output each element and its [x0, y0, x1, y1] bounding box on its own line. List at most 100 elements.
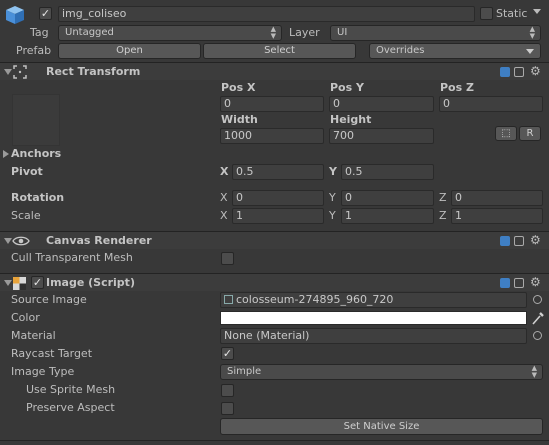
foldout-arrow-icon[interactable] — [4, 280, 12, 286]
cull-mesh-label: Cull Transparent Mesh — [11, 251, 133, 264]
preset-icon[interactable] — [514, 236, 524, 246]
help-icon[interactable] — [500, 278, 510, 288]
preserve-aspect-checkbox[interactable] — [221, 402, 234, 415]
image-component-icon — [13, 277, 26, 290]
scale-label: Scale — [11, 209, 41, 222]
gear-icon[interactable]: ⚙ — [530, 275, 541, 289]
tag-dropdown[interactable]: Untagged ▲ ▼ — [58, 25, 282, 41]
image-type-dropdown[interactable]: Simple ▲ ▼ — [220, 364, 543, 380]
preset-icon[interactable] — [514, 278, 524, 288]
raw-edit-button[interactable]: R — [519, 126, 541, 141]
updown-icon: ▲ ▼ — [529, 25, 535, 40]
tag-value: Untagged — [65, 27, 114, 38]
static-checkbox[interactable] — [480, 7, 493, 20]
rotation-label: Rotation — [11, 191, 65, 204]
height-label: Height — [330, 113, 372, 126]
anchors-foldout-icon[interactable] — [3, 150, 9, 158]
active-checkbox[interactable]: ✓ — [39, 7, 52, 20]
preserve-aspect-label: Preserve Aspect — [26, 401, 115, 414]
eye-icon — [12, 235, 30, 247]
source-image-value: colosseum-274895_960_720 — [236, 293, 394, 306]
layer-label: Layer — [289, 26, 320, 39]
canvas-renderer-title: Canvas Renderer — [46, 234, 152, 247]
posz-field[interactable]: 0 — [439, 96, 543, 112]
pivot-x-label: X — [220, 165, 229, 178]
gear-icon[interactable]: ⚙ — [530, 64, 541, 78]
static-dropdown-icon[interactable] — [533, 9, 541, 14]
pivot-y-field[interactable]: 0.5 — [341, 164, 434, 180]
layer-dropdown[interactable]: UI ▲ ▼ — [330, 25, 541, 41]
color-swatch[interactable] — [220, 311, 527, 325]
use-sprite-mesh-checkbox[interactable] — [221, 384, 234, 397]
gear-icon[interactable]: ⚙ — [530, 233, 541, 247]
material-label: Material — [11, 329, 56, 342]
bottom-divider — [0, 440, 549, 441]
image-enabled-checkbox[interactable]: ✓ — [31, 276, 44, 289]
posx-label: Pos X — [221, 81, 256, 94]
chevron-down-icon — [526, 49, 534, 54]
width-label: Width — [221, 113, 258, 126]
object-picker-icon[interactable] — [533, 295, 542, 304]
scale-z-label: Z — [439, 209, 447, 222]
pivot-x-field[interactable]: 0.5 — [232, 164, 324, 180]
gameobject-icon — [4, 4, 26, 26]
object-picker-icon[interactable] — [533, 331, 542, 340]
scale-z-field[interactable]: 1 — [451, 208, 543, 224]
scale-y-label: Y — [329, 209, 336, 222]
updown-icon: ▲ ▼ — [531, 364, 537, 379]
layer-value: UI — [337, 27, 348, 38]
anchor-preset-widget[interactable] — [12, 94, 60, 146]
posz-label: Pos Z — [440, 81, 474, 94]
help-icon[interactable] — [500, 67, 510, 77]
set-native-size-button[interactable]: Set Native Size — [220, 418, 543, 435]
pivot-y-label: Y — [329, 165, 337, 178]
rot-x-field[interactable]: 0 — [232, 190, 324, 206]
image-script-title: Image (Script) — [46, 276, 135, 289]
rot-x-label: X — [220, 191, 228, 204]
help-icon[interactable] — [500, 236, 510, 246]
prefab-overrides-dropdown[interactable]: Overrides — [369, 43, 541, 59]
overrides-label: Overrides — [376, 45, 425, 56]
eyedropper-icon[interactable] — [531, 310, 545, 326]
pivot-label: Pivot — [11, 165, 43, 178]
foldout-arrow-icon[interactable] — [4, 238, 12, 244]
rect-transform-header[interactable]: Rect Transform ⚙ — [0, 62, 549, 80]
prefab-open-button[interactable]: Open — [58, 43, 201, 59]
raycast-target-label: Raycast Target — [11, 347, 93, 360]
object-name-field[interactable]: img_coliseo — [58, 6, 475, 22]
source-image-field[interactable]: colosseum-274895_960_720 — [220, 292, 527, 308]
rect-transform-icon — [13, 65, 27, 79]
material-field[interactable]: None (Material) — [220, 328, 527, 344]
scale-x-label: X — [220, 209, 228, 222]
prefab-label: Prefab — [16, 44, 52, 57]
raycast-target-checkbox[interactable]: ✓ — [221, 347, 234, 360]
scale-x-field[interactable]: 1 — [232, 208, 324, 224]
rot-z-label: Z — [439, 191, 447, 204]
tag-label: Tag — [30, 26, 49, 39]
use-sprite-mesh-label: Use Sprite Mesh — [26, 383, 116, 396]
rect-transform-title: Rect Transform — [46, 65, 141, 78]
prefab-select-button[interactable]: Select — [203, 43, 356, 59]
blueprint-mode-button[interactable]: ⬚ — [495, 126, 517, 141]
posy-label: Pos Y — [330, 81, 364, 94]
posy-field[interactable]: 0 — [329, 96, 434, 112]
anchors-label[interactable]: Anchors — [11, 147, 61, 160]
image-type-label: Image Type — [11, 365, 75, 378]
rot-z-field[interactable]: 0 — [451, 190, 543, 206]
width-field[interactable]: 1000 — [220, 128, 324, 144]
scale-y-field[interactable]: 1 — [341, 208, 434, 224]
cull-mesh-checkbox[interactable] — [221, 252, 234, 265]
image-script-header[interactable]: ✓ Image (Script) ⚙ — [0, 273, 549, 291]
rot-y-label: Y — [329, 191, 336, 204]
sprite-icon — [224, 295, 233, 304]
image-type-value: Simple — [227, 366, 262, 377]
canvas-renderer-header[interactable]: Canvas Renderer ⚙ — [0, 231, 549, 249]
color-label: Color — [11, 311, 40, 324]
foldout-arrow-icon[interactable] — [4, 69, 12, 75]
preset-icon[interactable] — [514, 67, 524, 77]
rot-y-field[interactable]: 0 — [341, 190, 434, 206]
height-field[interactable]: 700 — [329, 128, 434, 144]
posx-field[interactable]: 0 — [220, 96, 324, 112]
static-label: Static — [496, 7, 528, 20]
source-image-label: Source Image — [11, 293, 87, 306]
